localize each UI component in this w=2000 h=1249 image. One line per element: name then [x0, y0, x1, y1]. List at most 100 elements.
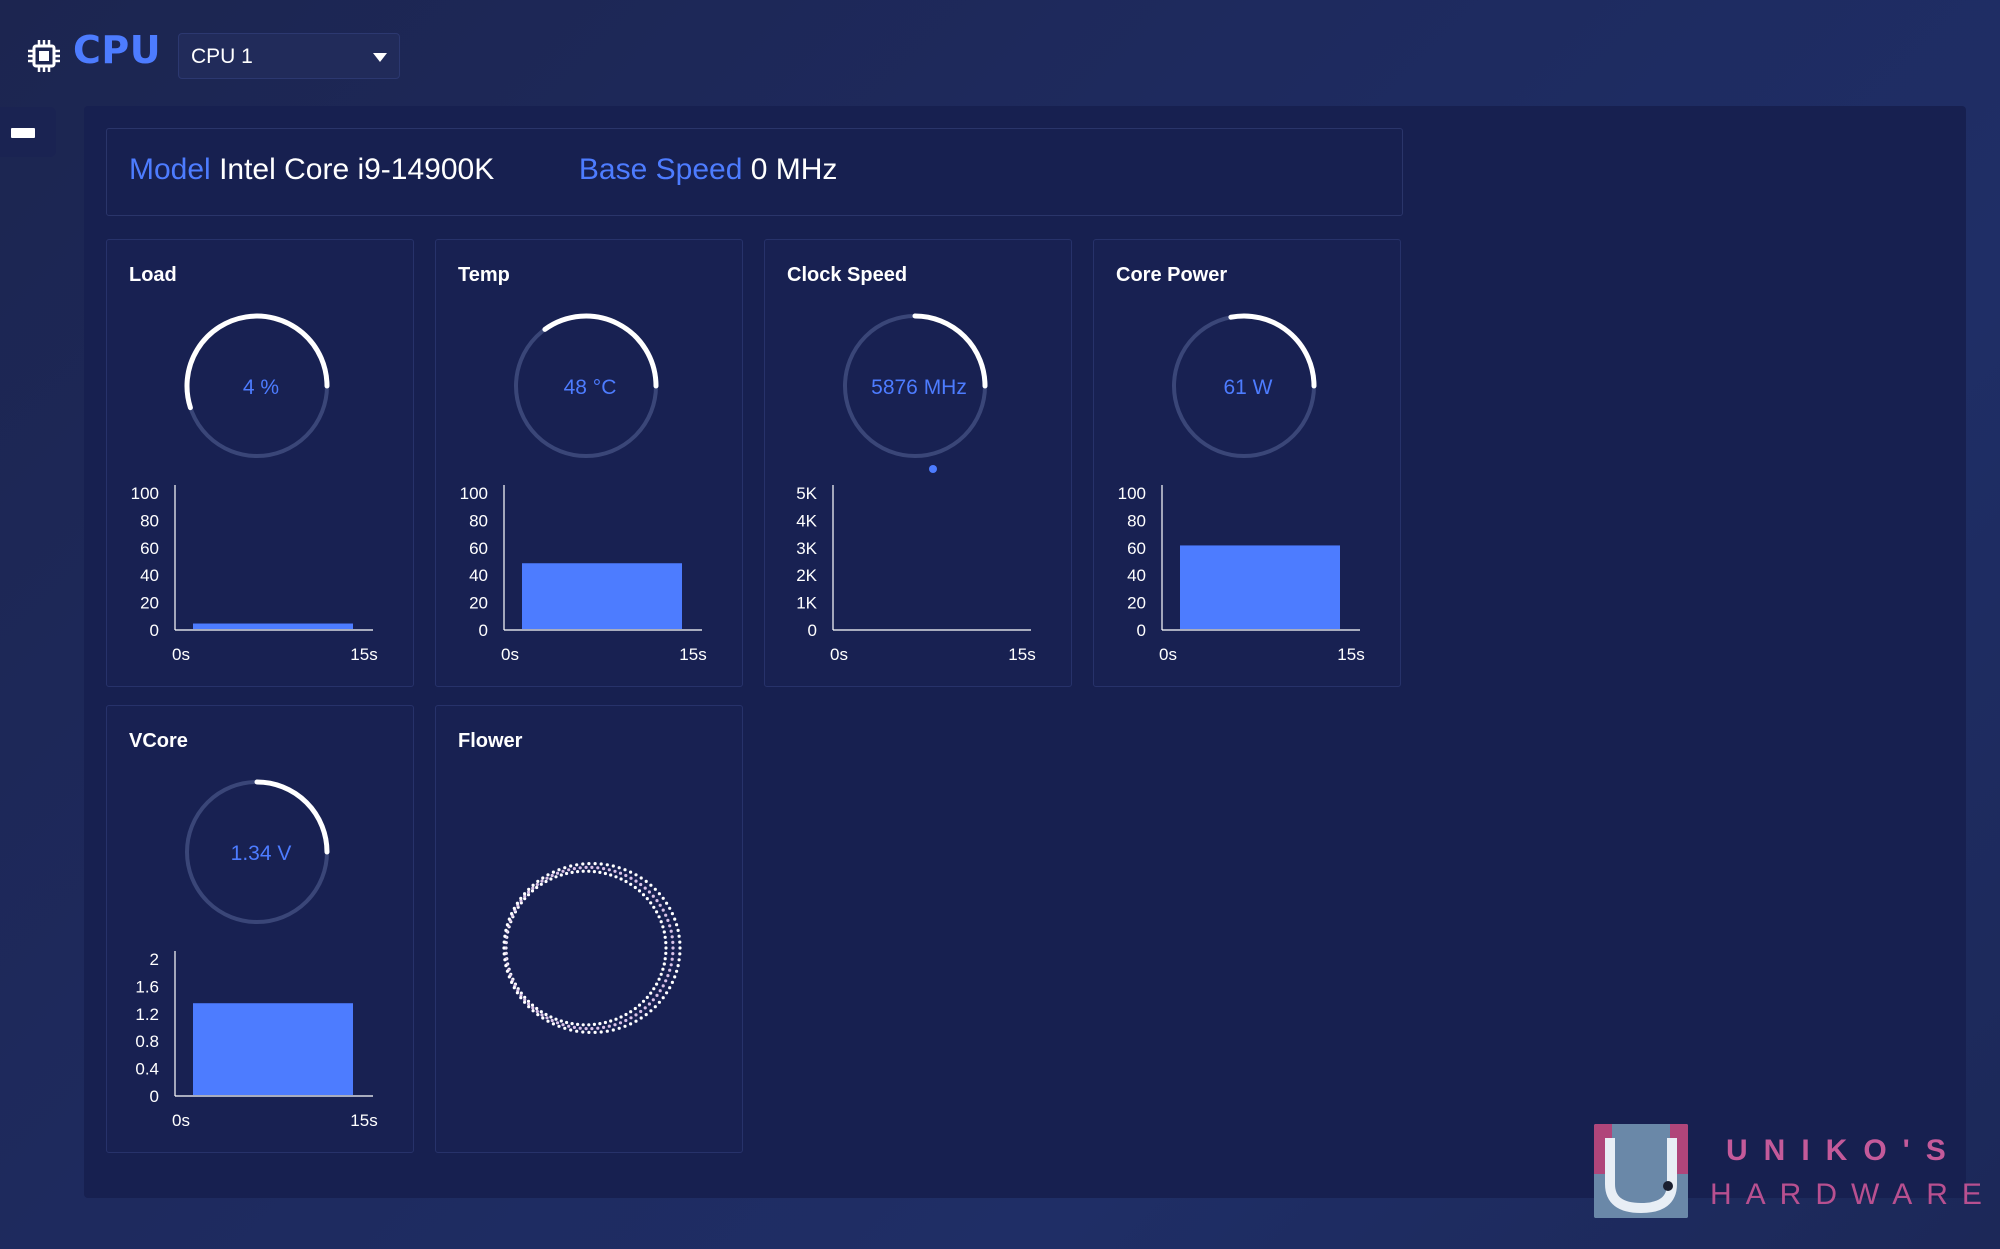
flower-dot: [572, 1025, 576, 1029]
flower-dot: [639, 1016, 643, 1020]
flower-dot: [675, 969, 679, 973]
flower-dot: [512, 986, 516, 990]
flower-dot: [503, 934, 507, 938]
x-tick-label: 0s: [172, 1111, 190, 1130]
flower-dot: [671, 946, 675, 950]
flower-dot: [663, 957, 667, 961]
flower-dot: [649, 901, 653, 905]
flower-dot: [587, 1030, 591, 1034]
flower-dot: [657, 1000, 661, 1004]
flower-dot: [629, 1010, 633, 1014]
card-graphic: 5876 MHz 5K 4K 3K 2K 1K 0 0s 15s: [796, 313, 1036, 664]
flower-dot: [539, 1010, 543, 1014]
flower-dot: [613, 869, 617, 873]
flower-dot: [661, 925, 665, 929]
flower-dot: [555, 1021, 560, 1025]
flower-dot: [645, 995, 649, 999]
flower-dot: [649, 1009, 653, 1013]
flower-dot: [670, 935, 674, 939]
flower-dot: [618, 871, 623, 875]
flower-dot: [578, 1026, 582, 1030]
flower-dot: [634, 873, 638, 877]
flower-dot: [549, 877, 553, 881]
card-vcore: VCore 1.34 V 2 1.6 1.2 0.8 0.4 0 0s 15s: [106, 705, 414, 1153]
flower-dot: [668, 986, 672, 990]
flower-dot: [664, 941, 668, 945]
flower-dot: [555, 871, 560, 875]
flower-dot: [569, 1028, 573, 1032]
flower-dot: [607, 868, 611, 872]
flower-dot: [643, 886, 647, 890]
flower-dot: [653, 887, 657, 891]
flower-dot: [563, 866, 567, 870]
flower-dot: [554, 875, 558, 879]
flower-dot: [596, 866, 600, 870]
flower-dot: [523, 1000, 527, 1004]
x-tick-label: 15s: [1008, 645, 1035, 664]
flower-dot: [661, 967, 665, 971]
x-tick-label: 0s: [1159, 645, 1177, 664]
flower-dot: [512, 906, 516, 910]
flower-dot: [563, 1026, 567, 1030]
y-tick-label: 60: [140, 539, 159, 558]
flower-dot: [668, 924, 672, 928]
card-graphic: 4 % 100 80 60 40 20 0 0s 15s: [131, 313, 378, 664]
flower-dot: [592, 1022, 596, 1026]
chevron-down-icon: [373, 53, 387, 62]
flower-dot: [664, 979, 668, 983]
flower-dot: [624, 1012, 628, 1017]
sidebar-toggle-button[interactable]: [0, 107, 56, 157]
y-tick-label: 80: [140, 511, 159, 530]
flower-dot: [637, 889, 642, 893]
flower-dot: [639, 876, 643, 880]
y-tick-label: 20: [469, 594, 488, 613]
flower-dot: [581, 862, 585, 866]
flower-dot: [651, 998, 655, 1002]
flower-dot: [655, 993, 659, 997]
card-temp: Temp 48 °C 100 80 60 40 20 0 0s 15s: [435, 239, 743, 687]
y-tick-label: 40: [469, 566, 488, 585]
flower-dot: [576, 870, 580, 874]
flower-dot: [617, 866, 621, 870]
flower-dot: [629, 1022, 633, 1026]
flower-dot: [655, 910, 659, 914]
flower-dot: [507, 975, 511, 979]
flower-dot: [678, 952, 682, 956]
flower-dot: [644, 1013, 648, 1017]
base-speed-label: Base Speed: [578, 153, 743, 186]
flower-dot: [634, 1019, 638, 1023]
flower-dot: [673, 975, 677, 979]
flower-dot: [581, 1030, 585, 1034]
flower-dot: [670, 980, 674, 984]
flower-dot: [507, 917, 511, 921]
flower-dot: [593, 862, 597, 866]
flower-dot: [614, 1017, 618, 1021]
model-label: Model: [129, 153, 211, 186]
value-point: [929, 464, 937, 473]
flower-dot: [629, 870, 633, 874]
flower-dot: [505, 969, 509, 973]
flower-dot: [554, 1017, 558, 1021]
y-tick-label: 4K: [796, 511, 817, 530]
flower-dot: [567, 868, 571, 872]
menu-icon: [11, 128, 35, 138]
x-tick-label: 15s: [350, 1111, 377, 1130]
flower-dot: [665, 901, 669, 905]
x-tick-label: 0s: [830, 645, 848, 664]
flower-dot: [602, 867, 606, 871]
flower-dot: [668, 968, 672, 972]
flower-dot: [531, 886, 535, 890]
flower-dot: [609, 873, 613, 877]
flower-dot: [633, 1006, 637, 1011]
flower-dot: [675, 923, 679, 927]
y-tick-label: 20: [140, 594, 159, 613]
flower-dot: [593, 1030, 597, 1034]
cpu-select-dropdown[interactable]: CPU 1: [178, 33, 400, 79]
card-graphic: 1.34 V 2 1.6 1.2 0.8 0.4 0 0s 15s: [135, 779, 378, 1130]
x-tick-label: 0s: [501, 645, 519, 664]
cpu-info-box: Model Intel Core i9-14900K Base Speed 0 …: [106, 128, 1403, 216]
y-tick-label: 2K: [796, 566, 817, 585]
model-value: Intel Core i9-14900K: [219, 153, 495, 186]
x-tick-label: 15s: [679, 645, 706, 664]
y-tick-label: 1K: [796, 594, 817, 613]
